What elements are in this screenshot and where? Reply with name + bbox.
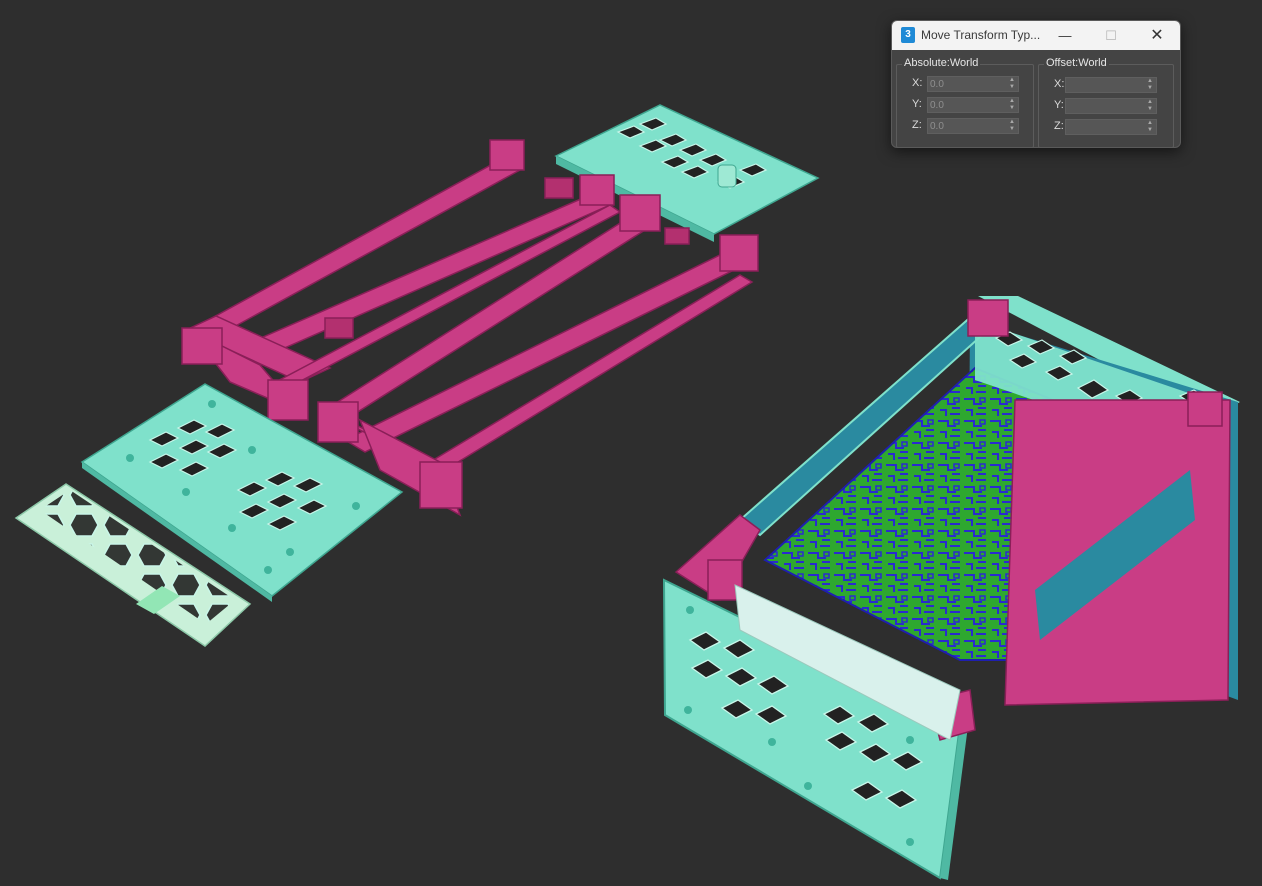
move-transform-dialog[interactable]: 3 Move Transform Typ... — ☐ ✕ Absolute:W… bbox=[891, 20, 1181, 148]
offset-x-spinner[interactable]: ▲ ▼ bbox=[1065, 77, 1157, 93]
absolute-world-label: Absolute:World bbox=[902, 57, 981, 69]
offset-y-label: Y: bbox=[1054, 99, 1064, 111]
offset-x-label: X: bbox=[1054, 78, 1065, 90]
offset-world-label: Offset:World bbox=[1044, 57, 1109, 69]
minimize-icon[interactable]: — bbox=[1042, 21, 1088, 50]
spinner-arrows-icon[interactable]: ▲ ▼ bbox=[1146, 78, 1154, 92]
offset-x-input[interactable] bbox=[1068, 78, 1142, 92]
dialog-title: Move Transform Typ... bbox=[921, 28, 1041, 42]
absolute-z-input[interactable] bbox=[930, 119, 1004, 133]
absolute-x-row: X: ▲▼ bbox=[897, 76, 1033, 92]
absolute-x-spinner[interactable]: ▲▼ bbox=[927, 76, 1019, 92]
spinner-arrows-icon[interactable]: ▲ ▼ bbox=[1146, 99, 1154, 113]
absolute-y-row: Y: ▲▼ bbox=[897, 97, 1033, 113]
spinner-arrows-icon[interactable]: ▲ ▼ bbox=[1146, 120, 1154, 134]
dialog-titlebar[interactable]: 3 Move Transform Typ... — ☐ ✕ bbox=[892, 21, 1180, 50]
offset-y-spinner[interactable]: ▲ ▼ bbox=[1065, 98, 1157, 114]
assembled-enclosure[interactable] bbox=[662, 296, 1240, 880]
offset-x-row: X: ▲ ▼ bbox=[1039, 77, 1173, 93]
absolute-x-label: X: bbox=[912, 77, 923, 89]
offset-z-input[interactable] bbox=[1068, 120, 1142, 134]
absolute-z-row: Z: ▲▼ bbox=[897, 118, 1033, 134]
offset-y-row: Y: ▲ ▼ bbox=[1039, 98, 1173, 114]
spinner-arrows-icon[interactable]: ▲ ▼ bbox=[1008, 77, 1016, 91]
offset-z-row: Z: ▲ ▼ bbox=[1039, 119, 1173, 135]
spinner-arrows-icon[interactable]: ▲ ▼ bbox=[1008, 119, 1016, 133]
maximize-icon: ☐ bbox=[1105, 28, 1117, 43]
absolute-y-spinner[interactable]: ▲▼ bbox=[927, 97, 1019, 113]
app-logo-icon: 3 bbox=[901, 27, 915, 43]
absolute-z-spinner[interactable]: ▲▼ bbox=[927, 118, 1019, 134]
offset-world-group: Offset:World X: ▲ ▼ Y: ▲ ▼ Z: ▲ ▼ bbox=[1038, 57, 1174, 147]
close-icon[interactable]: ✕ bbox=[1134, 21, 1180, 50]
absolute-x-input[interactable] bbox=[930, 77, 1004, 91]
absolute-y-label: Y: bbox=[912, 98, 922, 110]
offset-z-label: Z: bbox=[1054, 120, 1064, 132]
offset-z-spinner[interactable]: ▲ ▼ bbox=[1065, 119, 1157, 135]
absolute-world-group: Absolute:World X: ▲▼ Y: ▲▼ Z: ▲▼ bbox=[896, 57, 1034, 147]
offset-y-input[interactable] bbox=[1068, 99, 1142, 113]
spinner-arrows-icon[interactable]: ▲ ▼ bbox=[1008, 98, 1016, 112]
absolute-y-input[interactable] bbox=[930, 98, 1004, 112]
absolute-z-label: Z: bbox=[912, 119, 922, 131]
